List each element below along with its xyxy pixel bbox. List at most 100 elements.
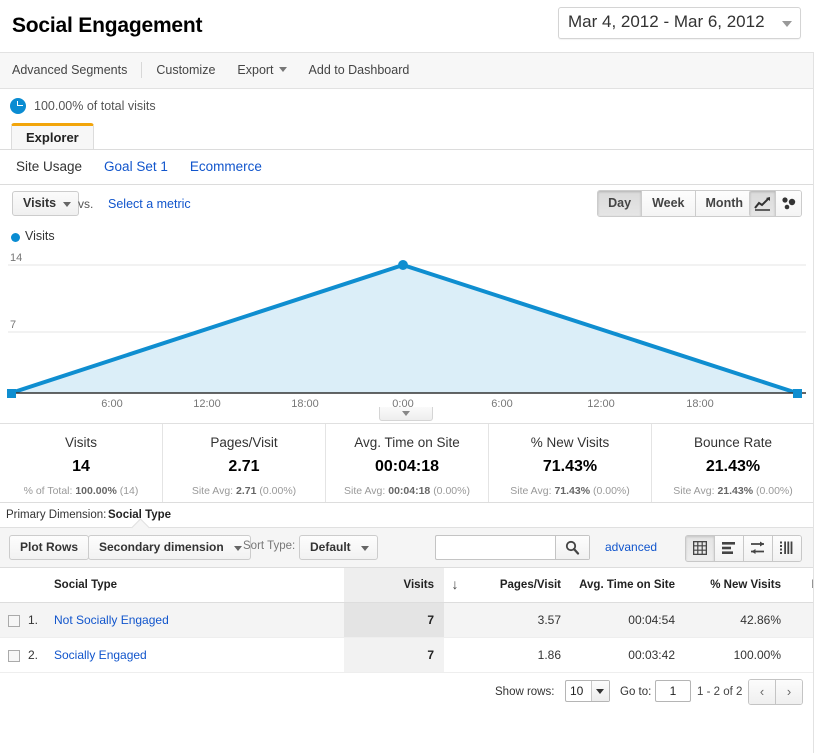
view-percentage-button[interactable]	[715, 536, 744, 561]
line-chart-icon-button[interactable]	[750, 191, 776, 216]
secondary-dimension-button[interactable]: Secondary dimension	[88, 535, 251, 560]
view-table-button[interactable]	[686, 536, 715, 561]
pager-range-label: 1 - 2 of 2	[697, 686, 743, 698]
chevron-down-icon	[360, 546, 369, 551]
summary-metric-sub: Site Avg: 71.43% (0.00%)	[489, 485, 651, 497]
th-avg-time-on-site[interactable]: Avg. Time on Site	[577, 568, 691, 603]
th-bounce-rate[interactable]: Bounce Rate	[797, 568, 814, 603]
sub-suffix: (14)	[119, 485, 139, 497]
summary-metric-value: 21.43%	[705, 458, 761, 475]
arrow-down-icon: ↓	[451, 576, 459, 592]
summary-metric-sub: Site Avg: 2.71 (0.00%)	[163, 485, 325, 497]
row-bounce-rate: 42.86%	[797, 602, 814, 638]
th-select-all[interactable]	[0, 568, 28, 603]
row-new-visits: 42.86%	[691, 602, 797, 638]
pager-next-button[interactable]: ›	[776, 680, 802, 704]
row-dimension-link[interactable]: Socially Engaged	[54, 648, 147, 662]
show-rows-value: 10	[570, 684, 584, 698]
row-checkbox-cell[interactable]	[0, 602, 28, 638]
th-pages-per-visit[interactable]: Pages/Visit	[466, 568, 577, 603]
search-icon	[565, 540, 580, 555]
summary-metric-bounce-rate[interactable]: Bounce Rate 21.43% Site Avg: 21.43% (0.0…	[652, 424, 814, 502]
advanced-segments-button[interactable]: Advanced Segments	[12, 63, 127, 77]
th-social-type[interactable]: Social Type	[54, 568, 344, 603]
chart-legend: Visits	[0, 227, 814, 249]
chart-area-fill	[11, 265, 797, 393]
pivot-icon	[780, 541, 793, 554]
sub-prefix: % of Total:	[23, 485, 73, 497]
summary-metric-avg-time-on-site[interactable]: Avg. Time on Site 00:04:18 Site Avg: 00:…	[326, 424, 489, 502]
add-to-dashboard-button[interactable]: Add to Dashboard	[309, 63, 410, 77]
summary-metric-name: % New Visits	[530, 435, 610, 450]
motion-chart-icon-button[interactable]	[776, 191, 801, 216]
metric-select-button[interactable]: Visits	[12, 191, 80, 216]
select-a-metric-link[interactable]: Select a metric	[108, 197, 191, 211]
social-type-table: Social Type Visits ↓ Pages/Visit Avg. Ti…	[0, 568, 814, 673]
summary-metric-visits[interactable]: Visits 14 % of Total: 100.00% (14)	[0, 424, 163, 502]
row-dimension-cell: Not Socially Engaged	[54, 602, 344, 638]
advanced-search-link[interactable]: advanced	[605, 540, 657, 554]
summary-metric-new-visits[interactable]: % New Visits 71.43% Site Avg: 71.43% (0.…	[489, 424, 652, 502]
chart-point-start	[7, 389, 16, 398]
x-tick-0000: 0:00	[392, 398, 413, 407]
chart-collapse-handle[interactable]	[379, 407, 433, 421]
chevron-down-icon	[782, 21, 792, 27]
th-row-number	[28, 568, 54, 603]
x-tick-1200-a: 12:00	[193, 398, 221, 407]
granularity-month-button[interactable]: Month	[695, 191, 753, 216]
row-pages-per-visit: 1.86	[466, 637, 577, 673]
granularity-week-button[interactable]: Week	[642, 191, 696, 216]
tab-explorer[interactable]: Explorer	[11, 123, 94, 149]
show-rows-select[interactable]: 10	[565, 680, 610, 702]
view-performance-button[interactable]	[744, 536, 773, 561]
x-tick-1800-a: 18:00	[291, 398, 319, 407]
sort-type-button[interactable]: Default	[299, 535, 378, 560]
search-button[interactable]	[555, 536, 589, 559]
chart-point-end	[793, 389, 802, 398]
subtab-site-usage[interactable]: Site Usage	[16, 159, 82, 174]
report-subtabs: Site Usage Goal Set 1 Ecommerce	[0, 150, 814, 185]
th-new-visits[interactable]: % New Visits	[691, 568, 797, 603]
row-sort-spacer	[444, 602, 466, 638]
goto-page-input[interactable]	[655, 680, 691, 702]
sort-direction-indicator[interactable]: ↓	[444, 568, 466, 603]
pie-chart-icon	[10, 98, 26, 114]
th-visits[interactable]: Visits	[344, 568, 444, 603]
chevron-down-icon	[591, 681, 609, 701]
subtab-ecommerce[interactable]: Ecommerce	[190, 159, 262, 174]
metric-selector-bar: Visits vs. Select a metric Day Week Mont…	[0, 185, 814, 227]
visits-over-time-chart[interactable]: 6:00 12:00 18:00 0:00 6:00 12:00 18:00 1…	[0, 249, 814, 407]
date-range-selector[interactable]: Mar 4, 2012 - Mar 6, 2012	[558, 7, 801, 39]
table-row[interactable]: 1. Not Socially Engaged 7 3.57 00:04:54 …	[0, 602, 814, 638]
granularity-day-button[interactable]: Day	[598, 191, 643, 216]
date-range-label: Mar 4, 2012 - Mar 6, 2012	[568, 12, 765, 31]
row-dimension-link[interactable]: Not Socially Engaged	[54, 613, 169, 627]
export-label: Export	[237, 63, 274, 77]
chart-expand-row	[0, 407, 814, 424]
pager-nav-group: ‹ ›	[748, 679, 803, 705]
customize-button[interactable]: Customize	[156, 63, 215, 77]
summary-metric-value: 14	[72, 458, 90, 475]
row-checkbox[interactable]	[8, 649, 20, 662]
sub-suffix: (0.00%)	[259, 485, 297, 497]
row-checkbox-cell[interactable]	[0, 637, 28, 673]
toolbar: Advanced Segments Customize Export Add t…	[0, 53, 814, 89]
primary-dimension-row: Primary Dimension: Social Type	[0, 503, 814, 527]
search-input[interactable]	[436, 536, 556, 559]
view-pivot-button[interactable]	[773, 536, 801, 561]
bar-list-icon	[722, 542, 735, 554]
sort-type-label: Sort Type:	[243, 540, 296, 552]
row-checkbox[interactable]	[8, 614, 20, 627]
sub-strong: 00:04:18	[388, 485, 431, 497]
vs-label: vs.	[78, 197, 94, 211]
table-row[interactable]: 2. Socially Engaged 7 1.86 00:03:42 100.…	[0, 637, 814, 673]
sub-prefix: Site Avg:	[191, 485, 234, 497]
summary-metric-pages-per-visit[interactable]: Pages/Visit 2.71 Site Avg: 2.71 (0.00%)	[163, 424, 326, 502]
plot-rows-button[interactable]: Plot Rows	[9, 535, 90, 560]
table-view-group	[685, 535, 802, 562]
legend-label-visits: Visits	[25, 229, 55, 243]
export-button[interactable]: Export	[237, 63, 287, 77]
subtab-goal-set-1[interactable]: Goal Set 1	[104, 159, 168, 174]
y-tick-7: 7	[10, 319, 17, 331]
pager-prev-button[interactable]: ‹	[749, 680, 776, 704]
